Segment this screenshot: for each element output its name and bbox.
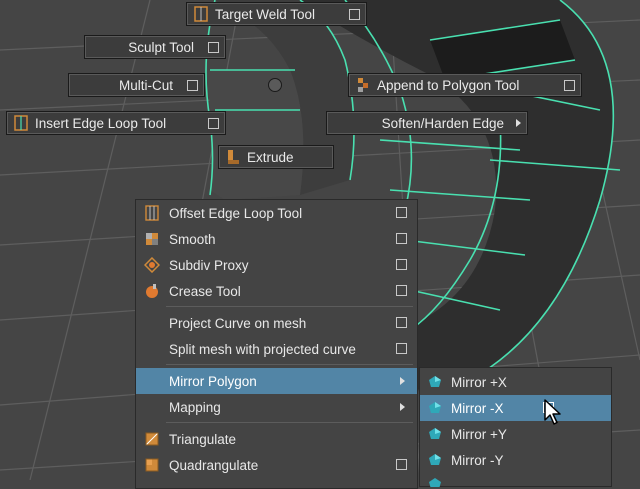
- arrow-cursor-icon: [544, 399, 561, 425]
- menu-item-label: Split mesh with projected curve: [169, 341, 356, 357]
- marking-item-extrude[interactable]: Extrude: [218, 145, 334, 169]
- menu-item-quadrangulate[interactable]: Quadrangulate: [136, 452, 417, 478]
- marking-item-soften-harden[interactable]: Soften/Harden Edge: [326, 111, 528, 135]
- marking-menu-center: [268, 78, 282, 92]
- menu-item-project-curve[interactable]: Project Curve on mesh: [136, 310, 417, 336]
- menu-item-label: Smooth: [169, 231, 216, 247]
- menu-item-mirror-polygon[interactable]: Mirror Polygon: [136, 368, 417, 394]
- submenu-arrow-icon: [516, 119, 521, 127]
- quadrangulate-icon: [144, 457, 160, 473]
- mirror-icon: [428, 401, 442, 415]
- submenu-item-mirror-plus-y[interactable]: Mirror +Y: [420, 421, 611, 447]
- option-box[interactable]: [349, 8, 360, 20]
- marking-label: Target Weld Tool: [215, 6, 316, 22]
- crease-tool-icon: [144, 283, 160, 299]
- menu-item-subdiv-proxy[interactable]: Subdiv Proxy: [136, 252, 417, 278]
- option-box[interactable]: [396, 343, 407, 354]
- mirror-icon: [428, 477, 442, 487]
- option-box[interactable]: [396, 233, 407, 244]
- append-polygon-icon: [355, 77, 371, 93]
- submenu-item-label: Mirror +X: [451, 374, 507, 390]
- insert-edge-loop-icon: [13, 115, 29, 131]
- menu-item-triangulate[interactable]: Triangulate: [136, 426, 417, 452]
- option-box[interactable]: [396, 285, 407, 296]
- marking-item-sculpt[interactable]: Sculpt Tool: [84, 35, 226, 59]
- menu-item-label: Mirror Polygon: [169, 373, 257, 389]
- marking-label: Sculpt Tool: [128, 39, 194, 55]
- menu-item-crease-tool[interactable]: Crease Tool: [136, 278, 417, 304]
- menu-item-label: Triangulate: [169, 431, 237, 447]
- option-box[interactable]: [396, 317, 407, 328]
- menu-item-label: Crease Tool: [169, 283, 241, 299]
- extrude-icon: [225, 149, 241, 165]
- target-weld-icon: [193, 6, 209, 22]
- submenu-item-mirror-minus-x[interactable]: Mirror -X: [420, 395, 611, 421]
- menu-item-label: Project Curve on mesh: [169, 315, 307, 331]
- smooth-icon: [144, 231, 160, 247]
- mirror-polygon-submenu: Mirror +X Mirror -X Mirror +Y Mirror -Y: [419, 367, 612, 487]
- menu-item-split-mesh[interactable]: Split mesh with projected curve: [136, 336, 417, 362]
- option-box[interactable]: [208, 41, 219, 53]
- menu-separator: [166, 422, 413, 423]
- marking-item-multi-cut[interactable]: Multi-Cut: [68, 73, 205, 97]
- submenu-arrow-icon: [400, 377, 405, 385]
- menu-item-smooth[interactable]: Smooth: [136, 226, 417, 252]
- menu-separator: [166, 306, 413, 307]
- mirror-icon: [428, 453, 442, 467]
- submenu-arrow-icon: [400, 403, 405, 411]
- option-box[interactable]: [396, 459, 407, 470]
- menu-item-label: Mapping: [169, 399, 221, 415]
- marking-label: Insert Edge Loop Tool: [35, 115, 167, 131]
- menu-item-offset-edge-loop[interactable]: Offset Edge Loop Tool: [136, 200, 417, 226]
- mirror-icon: [428, 427, 442, 441]
- marking-label: Multi-Cut: [118, 77, 173, 93]
- marking-item-target-weld[interactable]: Target Weld Tool: [186, 2, 367, 26]
- submenu-item-partial[interactable]: [420, 473, 611, 487]
- submenu-item-mirror-plus-x[interactable]: Mirror +X: [420, 369, 611, 395]
- subdiv-proxy-icon: [143, 256, 161, 274]
- option-box[interactable]: [396, 259, 407, 270]
- menu-item-label: Quadrangulate: [169, 457, 259, 473]
- option-box[interactable]: [208, 117, 219, 129]
- option-box[interactable]: [187, 79, 198, 91]
- context-menu: Offset Edge Loop Tool Smooth Subdiv Prox…: [135, 199, 418, 489]
- menu-item-label: Offset Edge Loop Tool: [169, 205, 303, 221]
- mirror-icon: [428, 375, 442, 389]
- menu-item-mapping[interactable]: Mapping: [136, 394, 417, 420]
- offset-edge-loop-icon: [144, 205, 160, 221]
- marking-item-insert-edge-loop[interactable]: Insert Edge Loop Tool: [6, 111, 226, 135]
- option-box[interactable]: [564, 79, 575, 91]
- menu-item-label: Subdiv Proxy: [169, 257, 249, 273]
- menu-separator: [166, 364, 413, 365]
- marking-label: Append to Polygon Tool: [377, 77, 520, 93]
- triangulate-icon: [144, 431, 160, 447]
- marking-item-append-polygon[interactable]: Append to Polygon Tool: [348, 73, 582, 97]
- submenu-item-label: Mirror +Y: [451, 426, 507, 442]
- submenu-item-mirror-minus-y[interactable]: Mirror -Y: [420, 447, 611, 473]
- marking-label: Soften/Harden Edge: [381, 115, 504, 131]
- submenu-item-label: Mirror -Y: [451, 452, 504, 468]
- option-box[interactable]: [396, 207, 407, 218]
- submenu-item-label: Mirror -X: [451, 400, 504, 416]
- marking-label: Extrude: [247, 149, 294, 165]
